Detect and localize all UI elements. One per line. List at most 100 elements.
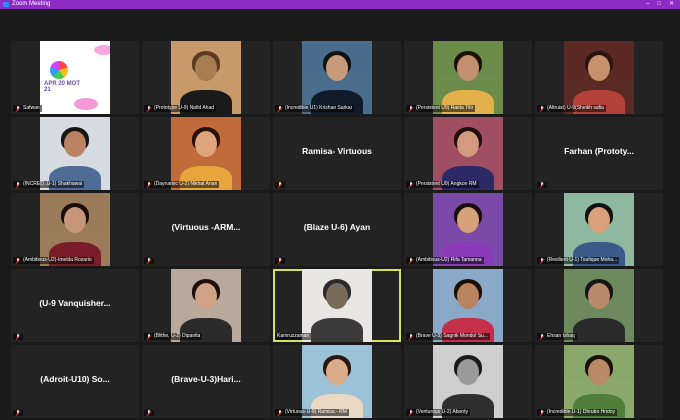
close-button[interactable]: ✕ <box>669 0 674 9</box>
muted-mic-icon <box>408 257 414 264</box>
muted-mic-icon <box>539 409 545 416</box>
participant-mic-status <box>144 258 154 264</box>
logo-text: APR 20 MOT 21 <box>44 81 81 93</box>
muted-mic-icon <box>15 257 21 264</box>
participant-tile[interactable]: Farhan (Prototy... <box>535 117 663 190</box>
participant-video <box>433 117 503 190</box>
muted-mic-icon <box>539 105 545 112</box>
muted-mic-icon <box>146 181 152 188</box>
participant-tile[interactable]: (INCRED..U-1) Shakhawat <box>11 117 139 190</box>
participant-tile[interactable]: (Altruist) U-9(Sheikh safia <box>535 41 663 114</box>
participant-name-label: (Ambitious-U2)-Imelda Rozario <box>13 257 94 264</box>
participant-name: Safwan <box>23 105 40 111</box>
participant-tile[interactable]: (Ambitious-U2)-Imelda Rozario <box>11 193 139 266</box>
participant-tile[interactable]: (Brave U-3) Sagnik Mondol Su... <box>404 269 532 342</box>
participant-tile[interactable]: Kamruzzaman <box>273 269 401 342</box>
participant-mic-status <box>275 182 285 188</box>
muted-mic-icon <box>277 182 283 188</box>
muted-mic-icon <box>408 181 414 188</box>
participant-video <box>302 345 372 418</box>
participant-name: Ehsan Ishaq <box>547 333 575 339</box>
maximize-button[interactable]: □ <box>657 0 661 9</box>
participant-video <box>564 345 634 418</box>
participant-name: (Persistent U9) Angkon RM <box>416 181 477 187</box>
participant-video <box>564 41 634 114</box>
participant-tile[interactable]: (Prototype U-9) Nafid Ahad <box>142 41 270 114</box>
participant-name-label: Ehsan Ishaq <box>537 333 577 340</box>
participant-name-label: (Venturous U-2) Abonty <box>406 409 470 416</box>
participant-tile[interactable]: (Brave-U-3)Hari... <box>142 345 270 418</box>
participant-video <box>171 269 241 342</box>
participant-display-name: (Brave-U-3)Hari... <box>171 374 241 384</box>
participant-tile[interactable]: (Venturous U-2) Abonty <box>404 345 532 418</box>
muted-mic-icon <box>539 333 545 340</box>
participant-name: (Persistent U9) Raida Titir <box>416 105 474 111</box>
muted-mic-icon <box>277 105 283 112</box>
participant-name-label: (Incredible U-1) Dhrubo Hridoy <box>537 409 618 416</box>
participant-video <box>302 269 372 342</box>
participant-mic-status <box>13 410 23 416</box>
participant-name: (Prototype U-9) Nafid Ahad <box>154 105 215 111</box>
participant-tile[interactable]: (Blaze U-6) Ayan <box>273 193 401 266</box>
participant-tile[interactable]: (Incredible U-1) Dhrubo Hridoy <box>535 345 663 418</box>
participant-name: (Blithe, U-2) Dipanita <box>154 333 201 339</box>
participant-mic-status <box>275 258 285 264</box>
participant-tile[interactable]: (Virtuous-U-9) Ramisa - RM <box>273 345 401 418</box>
participant-name-label: (Resilient U-1) Toufique Moha... <box>537 257 620 264</box>
participant-name-label: (Virtuous-U-9) Ramisa - RM <box>275 409 349 416</box>
participant-name-label: (Incredible U1) Krishan Sarkar <box>275 105 355 112</box>
participant-name: (Ambitious-U2) Rifa Tamanna <box>416 257 482 263</box>
participant-name-label: (Blithe, U-2) Dipanita <box>144 333 203 340</box>
participant-video <box>433 269 503 342</box>
participant-video <box>564 193 634 266</box>
participant-tile[interactable]: (Resilient U-1) Toufique Moha... <box>535 193 663 266</box>
participant-tile[interactable]: Ramisa- Virtuous <box>273 117 401 190</box>
participant-tile[interactable]: (Daynamic U-2) Nikhat Anan <box>142 117 270 190</box>
participant-tile[interactable]: (U-9 Vanquisher... <box>11 269 139 342</box>
participant-name: (Incredible U1) Krishan Sarkar <box>285 105 353 111</box>
participant-tile[interactable]: (Persistent U9) Raida Titir <box>404 41 532 114</box>
muted-mic-icon <box>15 334 21 340</box>
participant-video <box>433 41 503 114</box>
participant-name-label: (Daynamic U-2) Nikhat Anan <box>144 181 220 188</box>
participant-tile[interactable]: (Virtuous -ARM... <box>142 193 270 266</box>
participant-video <box>564 269 634 342</box>
participant-name: (Brave U-3) Sagnik Mondol Su... <box>416 333 488 339</box>
participant-tile[interactable]: APR 20 MOT 21 Safwan <box>11 41 139 114</box>
participant-video <box>40 193 110 266</box>
participant-tile[interactable]: (Incredible U1) Krishan Sarkar <box>273 41 401 114</box>
participant-name-label: (Brave U-3) Sagnik Mondol Su... <box>406 333 490 340</box>
participant-display-name: (U-9 Vanquisher... <box>39 298 111 308</box>
muted-mic-icon <box>15 181 21 188</box>
participant-video <box>171 41 241 114</box>
participant-logo-image: APR 20 MOT 21 <box>40 41 110 114</box>
muted-mic-icon <box>15 410 21 416</box>
participant-video <box>40 117 110 190</box>
participant-name: (Resilient U-1) Toufique Moha... <box>547 257 618 263</box>
participant-video <box>433 345 503 418</box>
window-controls: – □ ✕ <box>646 0 674 9</box>
muted-mic-icon <box>539 257 545 264</box>
muted-mic-icon <box>15 105 21 112</box>
participant-tile[interactable]: Ehsan Ishaq <box>535 269 663 342</box>
muted-mic-icon <box>408 409 414 416</box>
muted-mic-icon <box>146 410 152 416</box>
participant-name-label: (Prototype U-9) Nafid Ahad <box>144 105 217 112</box>
zoom-app-icon <box>3 2 9 7</box>
participant-name: (INCRED..U-1) Shakhawat <box>23 181 83 187</box>
participant-tile[interactable]: (Blithe, U-2) Dipanita <box>142 269 270 342</box>
muted-mic-icon <box>146 258 152 264</box>
participant-name: (Incredible U-1) Dhrubo Hridoy <box>547 409 616 415</box>
title-bar: Zoom Meeting – □ ✕ <box>0 0 680 9</box>
participant-name-label: (INCRED..U-1) Shakhawat <box>13 181 85 188</box>
minimize-button[interactable]: – <box>646 0 649 9</box>
participant-tile[interactable]: (Adroit-U10) So... <box>11 345 139 418</box>
muted-mic-icon <box>146 333 152 340</box>
participant-display-name: Ramisa- Virtuous <box>302 146 372 156</box>
participant-name-label: (Persistent U9) Raida Titir <box>406 105 476 112</box>
participant-mic-status <box>144 410 154 416</box>
participant-tile[interactable]: (Ambitious-U2) Rifa Tamanna <box>404 193 532 266</box>
participant-tile[interactable]: (Persistent U9) Angkon RM <box>404 117 532 190</box>
participant-name-label: (Persistent U9) Angkon RM <box>406 181 479 188</box>
participant-video <box>433 193 503 266</box>
